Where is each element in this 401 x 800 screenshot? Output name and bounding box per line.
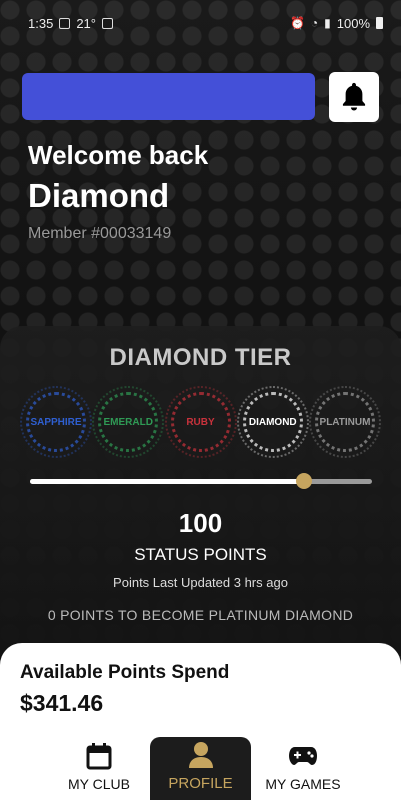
tier-badge-label: RUBY <box>186 416 215 428</box>
tier-badge-label: PLATINUM <box>319 416 371 428</box>
nav-label: MY CLUB <box>68 776 130 792</box>
notifications-button[interactable] <box>329 72 379 122</box>
alarm-icon: ⏰ <box>289 16 305 30</box>
tier-badge-diamond[interactable]: DIAMOND <box>236 386 309 458</box>
welcome-greeting: Welcome back <box>28 140 209 170</box>
person-icon <box>188 742 213 768</box>
tier-badge-label: EMERALD <box>103 416 153 428</box>
status-bar: 1:35 21° ⏰ ◔ ▮ 100% <box>0 0 401 46</box>
member-name: Diamond <box>28 177 170 214</box>
welcome-block: Welcome back Diamond Member #00033149 <box>28 140 208 243</box>
status-time: 1:35 <box>28 15 54 31</box>
tier-badge-sapphire[interactable]: SAPPHIRE <box>20 386 92 458</box>
gamepad-icon <box>289 747 317 765</box>
available-points-label: Available Points Spend <box>20 662 230 683</box>
nav-label: MY GAMES <box>265 776 341 792</box>
tier-badge-ruby[interactable]: RUBY <box>164 386 237 458</box>
status-temp: 21° <box>76 15 96 31</box>
tier-badge-platinum[interactable]: PLATINUM <box>309 386 381 458</box>
points-updated-text: Points Last Updated 3 hrs ago <box>113 575 288 590</box>
status-points-value: 100 <box>178 508 223 538</box>
status-points-label: STATUS POINTS <box>134 545 267 564</box>
signal-icon: ▮ <box>324 16 331 30</box>
wifi-icon: ◔ <box>310 16 319 30</box>
nav-profile[interactable]: PROFILE <box>150 737 251 800</box>
progress-thumb <box>295 473 312 489</box>
tier-badge-emerald[interactable]: EMERALD <box>92 386 165 458</box>
available-points-value: $341.46 <box>20 690 104 716</box>
nav-my-games[interactable]: MY GAMES <box>258 737 348 800</box>
bottom-nav: MY CLUB PROFILE MY GAMES <box>0 737 401 800</box>
tier-badges: SAPPHIRE EMERALD RUBY DIAMOND PLATINUM <box>20 386 381 458</box>
tier-progress-slider <box>30 473 372 489</box>
tier-title: DIAMOND TIER <box>109 344 292 371</box>
bell-icon <box>342 82 366 111</box>
nav-my-club[interactable]: MY CLUB <box>54 737 144 800</box>
header-row <box>22 72 379 122</box>
tier-badge-label: SAPPHIRE <box>30 416 82 428</box>
calendar-notification-icon <box>101 17 113 29</box>
promo-banner[interactable] <box>22 73 315 120</box>
points-to-next-tier: 0 POINTS TO BECOME PLATINUM DIAMOND <box>47 607 354 623</box>
tier-badge-label: DIAMOND <box>248 416 297 428</box>
nav-label: PROFILE <box>168 775 233 792</box>
battery-icon <box>376 17 383 29</box>
member-number: Member #00033149 <box>28 225 172 242</box>
image-icon <box>59 17 71 29</box>
battery-percent: 100% <box>336 15 370 31</box>
progress-fill <box>30 479 304 484</box>
calendar-icon <box>86 743 112 770</box>
